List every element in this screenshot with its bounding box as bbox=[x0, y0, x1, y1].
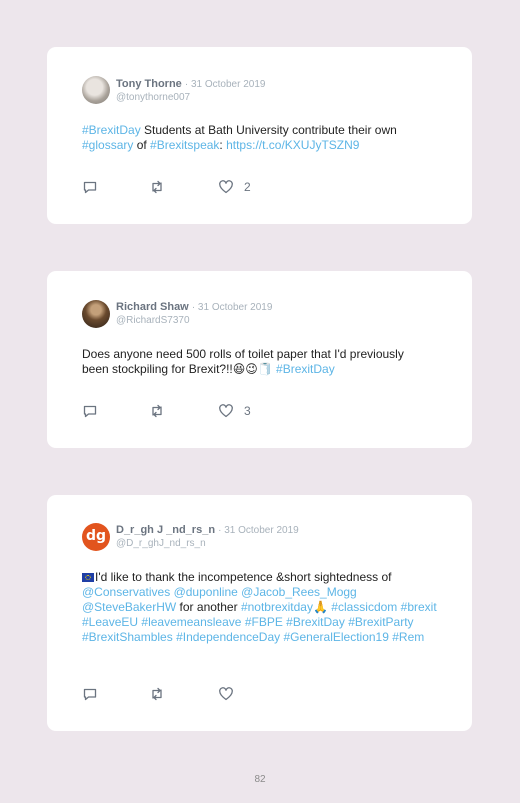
reply-button[interactable] bbox=[82, 686, 98, 702]
tweet-header: D_r_gh J _nd_rs_n · 31 October 2019 bbox=[116, 524, 299, 537]
hashtag-link[interactable]: #BrexitDay bbox=[276, 362, 335, 376]
like-button[interactable]: 3 bbox=[218, 403, 251, 419]
hashtag-link[interactable]: #IndependenceDay bbox=[176, 630, 280, 644]
tweet-text-segment: of bbox=[133, 138, 151, 152]
eu-flag-icon bbox=[82, 573, 94, 582]
hashtag-link[interactable]: #Rem bbox=[392, 630, 424, 644]
retweet-icon bbox=[152, 180, 162, 194]
tweet-text-segment: I'd like to thank the incompetence &shor… bbox=[95, 570, 392, 584]
reply-button[interactable] bbox=[82, 403, 98, 419]
tweet-card: Richard Shaw · 31 October 2019 @RichardS… bbox=[47, 271, 472, 448]
author-handle[interactable]: @RichardS7370 bbox=[116, 315, 190, 326]
tweet-card: Tony Thorne · 31 October 2019 @tonythorn… bbox=[47, 47, 472, 224]
tweet-card: dg D_r_gh J _nd_rs_n · 31 October 2019 @… bbox=[47, 495, 472, 731]
tweet-text-segment: 😆😉🧻 bbox=[232, 362, 277, 376]
retweet-button[interactable] bbox=[149, 686, 165, 702]
retweet-icon bbox=[152, 404, 162, 418]
tweet-date[interactable]: · 31 October 2019 bbox=[218, 525, 299, 536]
hashtag-link[interactable]: #BrexitDay bbox=[286, 615, 345, 629]
hashtag-link[interactable]: @Jacob_Rees_Mogg bbox=[241, 585, 357, 599]
retweet-button[interactable] bbox=[149, 403, 165, 419]
like-icon bbox=[219, 404, 233, 418]
reply-icon bbox=[83, 688, 97, 701]
tweet-text: Does anyone need 500 rolls of toilet pap… bbox=[82, 347, 432, 377]
hashtag-link[interactable]: #brexit bbox=[401, 600, 437, 614]
tweet-date[interactable]: · 31 October 2019 bbox=[185, 79, 266, 90]
like-count: 2 bbox=[244, 180, 251, 194]
author-name[interactable]: Richard Shaw bbox=[116, 301, 189, 313]
author-name[interactable]: Tony Thorne bbox=[116, 78, 182, 90]
hashtag-link[interactable]: #leavemeansleave bbox=[141, 615, 241, 629]
like-icon bbox=[219, 687, 233, 701]
author-name[interactable]: D_r_gh J _nd_rs_n bbox=[116, 524, 215, 536]
tweet-date[interactable]: · 31 October 2019 bbox=[192, 302, 273, 313]
hashtag-link[interactable]: #Brexitspeak bbox=[150, 138, 219, 152]
hashtag-link[interactable]: #BrexitParty bbox=[348, 615, 413, 629]
reply-button[interactable] bbox=[82, 179, 98, 195]
tweet-text: I'd like to thank the incompetence &shor… bbox=[82, 570, 437, 645]
author-handle[interactable]: @tonythorne007 bbox=[116, 92, 190, 103]
avatar[interactable]: dg bbox=[82, 523, 110, 551]
author-handle[interactable]: @D_r_ghJ_nd_rs_n bbox=[116, 538, 206, 549]
like-button[interactable]: 2 bbox=[218, 179, 251, 195]
hashtag-link[interactable]: @duponline bbox=[174, 585, 238, 599]
avatar[interactable] bbox=[82, 76, 110, 104]
tweet-actions: 2 bbox=[82, 179, 282, 195]
hashtag-link[interactable]: #BrexitShambles bbox=[82, 630, 173, 644]
tweet-text: #BrexitDay Students at Bath University c… bbox=[82, 123, 447, 153]
tweet-text-segment: Students at Bath University contribute t… bbox=[140, 123, 397, 137]
like-button[interactable] bbox=[218, 686, 244, 702]
hashtag-link[interactable]: #notbrexitday bbox=[241, 600, 313, 614]
hashtag-link[interactable]: @SteveBakerHW bbox=[82, 600, 176, 614]
hashtag-link[interactable]: https://t.co/KXUJyTSZN9 bbox=[226, 138, 359, 152]
hashtag-link[interactable]: #BrexitDay bbox=[82, 123, 141, 137]
retweet-icon bbox=[152, 687, 162, 701]
hashtag-link[interactable]: #GeneralElection19 bbox=[284, 630, 389, 644]
retweet-button[interactable] bbox=[149, 179, 165, 195]
hashtag-link[interactable]: #classicdom bbox=[331, 600, 397, 614]
hashtag-link[interactable]: #glossary bbox=[82, 138, 133, 152]
reply-icon bbox=[83, 405, 97, 418]
avatar-initials: dg bbox=[85, 527, 107, 544]
avatar[interactable] bbox=[82, 300, 110, 328]
tweet-header: Richard Shaw · 31 October 2019 bbox=[116, 301, 272, 314]
hashtag-link[interactable]: @Conservatives bbox=[82, 585, 170, 599]
like-icon bbox=[219, 180, 233, 194]
tweet-actions: 3 bbox=[82, 403, 282, 419]
tweet-header: Tony Thorne · 31 October 2019 bbox=[116, 78, 265, 91]
hashtag-link[interactable]: #FBPE bbox=[245, 615, 283, 629]
tweet-text-segment: 🙏 bbox=[312, 600, 332, 614]
tweet-text-segment: for another bbox=[176, 600, 241, 614]
tweet-actions bbox=[82, 686, 282, 702]
tweet-text-content: I'd like to thank the incompetence &shor… bbox=[82, 570, 437, 644]
like-count: 3 bbox=[244, 404, 251, 418]
hashtag-link[interactable]: #LeaveEU bbox=[82, 615, 138, 629]
page-number: 82 bbox=[254, 774, 266, 785]
reply-icon bbox=[83, 181, 97, 194]
